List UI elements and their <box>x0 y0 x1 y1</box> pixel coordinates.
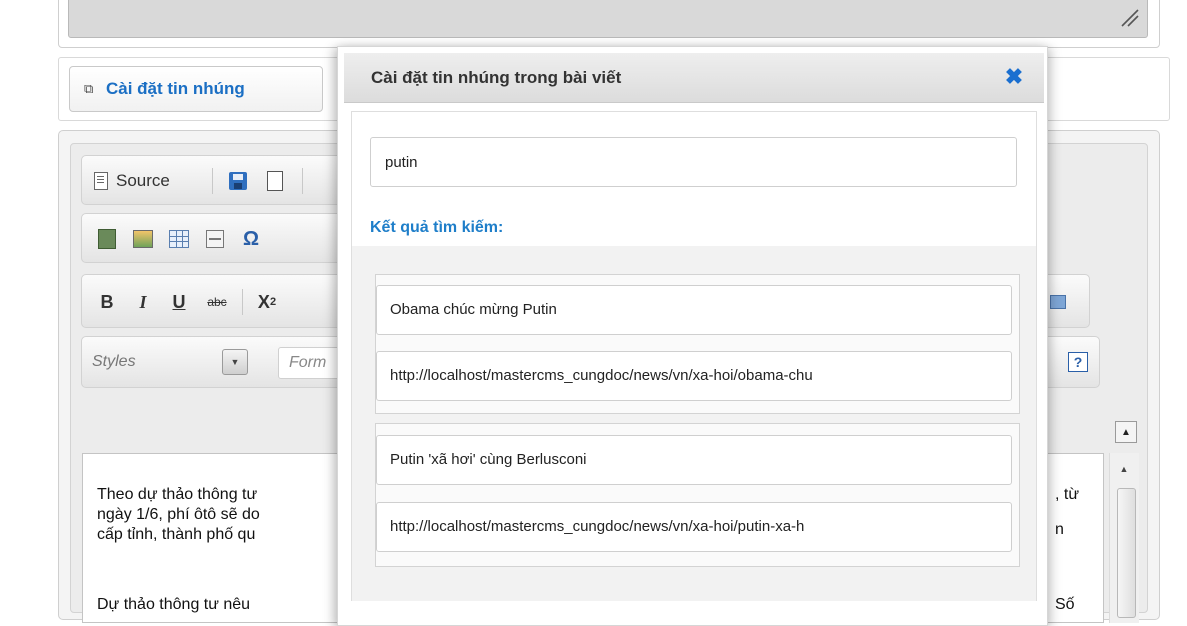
underline-button[interactable]: U <box>166 289 192 315</box>
embed-settings-button[interactable]: ⧉ Cài đặt tin nhúng <box>69 66 323 112</box>
help-button[interactable]: ? <box>1065 349 1091 375</box>
insert-table-button[interactable] <box>166 226 192 252</box>
table-icon <box>169 230 189 248</box>
italic-button[interactable]: I <box>130 289 156 315</box>
scroll-thumb[interactable] <box>1117 488 1136 618</box>
source-icon <box>94 172 108 190</box>
source-label: Source <box>116 171 170 190</box>
result-title[interactable]: Putin 'xã hơi' cùng Berlusconi <box>376 435 1012 485</box>
content-line: Theo dự thảo thông tư <box>97 486 258 503</box>
underline-label: U <box>172 291 186 312</box>
top-textarea[interactable] <box>68 0 1148 38</box>
image-icon <box>133 230 153 248</box>
chevron-down-icon: ▼ <box>222 349 248 375</box>
insert-image-button[interactable] <box>130 226 156 252</box>
save-button[interactable] <box>225 168 251 194</box>
search-input[interactable] <box>370 137 1017 187</box>
embed-settings-label: Cài đặt tin nhúng <box>106 79 245 98</box>
dialog-title: Cài đặt tin nhúng trong bài viết <box>371 68 622 87</box>
bold-label: B <box>100 291 114 312</box>
new-page-icon <box>267 171 283 191</box>
film-icon <box>98 229 116 249</box>
subscript-label: X <box>257 291 270 312</box>
content-line: cấp tỉnh, thành phố qu <box>97 526 256 543</box>
horizontal-rule-button[interactable] <box>202 226 228 252</box>
toolbar-separator <box>302 168 303 194</box>
strikethrough-label: abc <box>207 295 227 309</box>
bold-button[interactable]: B <box>94 289 120 315</box>
subscript-index: 2 <box>269 296 277 308</box>
close-icon[interactable]: ✖ <box>1003 64 1025 89</box>
result-url[interactable]: http://localhost/mastercms_cungdoc/news/… <box>376 351 1012 401</box>
special-char-button[interactable]: Ω <box>238 226 264 252</box>
content-line: ngày 1/6, phí ôtô sẽ do <box>97 506 260 523</box>
toolbar-separator <box>212 168 213 194</box>
flag-icon <box>1050 295 1066 309</box>
save-icon <box>229 172 247 190</box>
results-label: Kết quả tìm kiếm: <box>370 219 504 236</box>
source-button[interactable]: Source <box>94 168 204 194</box>
toolbar-group-help: ? <box>1040 336 1100 388</box>
scroll-up-arrow-icon[interactable]: ▲ <box>1115 421 1137 443</box>
format-placeholder: Form <box>289 354 327 371</box>
about-button[interactable] <box>1045 289 1071 315</box>
result-url[interactable]: http://localhost/mastercms_cungdoc/news/… <box>376 502 1012 552</box>
horizontal-rule-icon <box>206 230 224 248</box>
italic-label: I <box>139 291 147 312</box>
scroll-up-icon[interactable]: ▲ <box>1115 460 1133 478</box>
toolbar-group-format: Styles ▼ Form <box>81 336 360 388</box>
content-line: Dự thảo thông tư nêu <box>97 596 251 613</box>
result-title[interactable]: Obama chúc mừng Putin <box>376 285 1012 335</box>
styles-select[interactable]: Styles ▼ <box>92 347 258 377</box>
embed-copy-icon: ⧉ <box>84 81 94 96</box>
help-icon: ? <box>1068 352 1088 372</box>
toolbar-group-document: Source <box>81 155 351 205</box>
content-fragment: Số <box>1055 596 1075 613</box>
omega-icon: Ω <box>242 227 260 250</box>
resize-grip-icon[interactable] <box>1118 6 1140 28</box>
toolbar-separator <box>242 289 243 315</box>
content-fragment: , từ <box>1055 486 1080 503</box>
new-page-button[interactable] <box>262 168 288 194</box>
styles-placeholder: Styles <box>92 353 136 370</box>
toolbar-group-basic-styles: B I U abc X2 <box>81 274 351 328</box>
content-fragment: n <box>1055 521 1064 538</box>
strikethrough-button[interactable]: abc <box>202 289 232 315</box>
subscript-button[interactable]: X2 <box>250 289 284 315</box>
insert-flash-button[interactable] <box>94 226 120 252</box>
toolbar-group-insert: Ω <box>81 213 351 263</box>
